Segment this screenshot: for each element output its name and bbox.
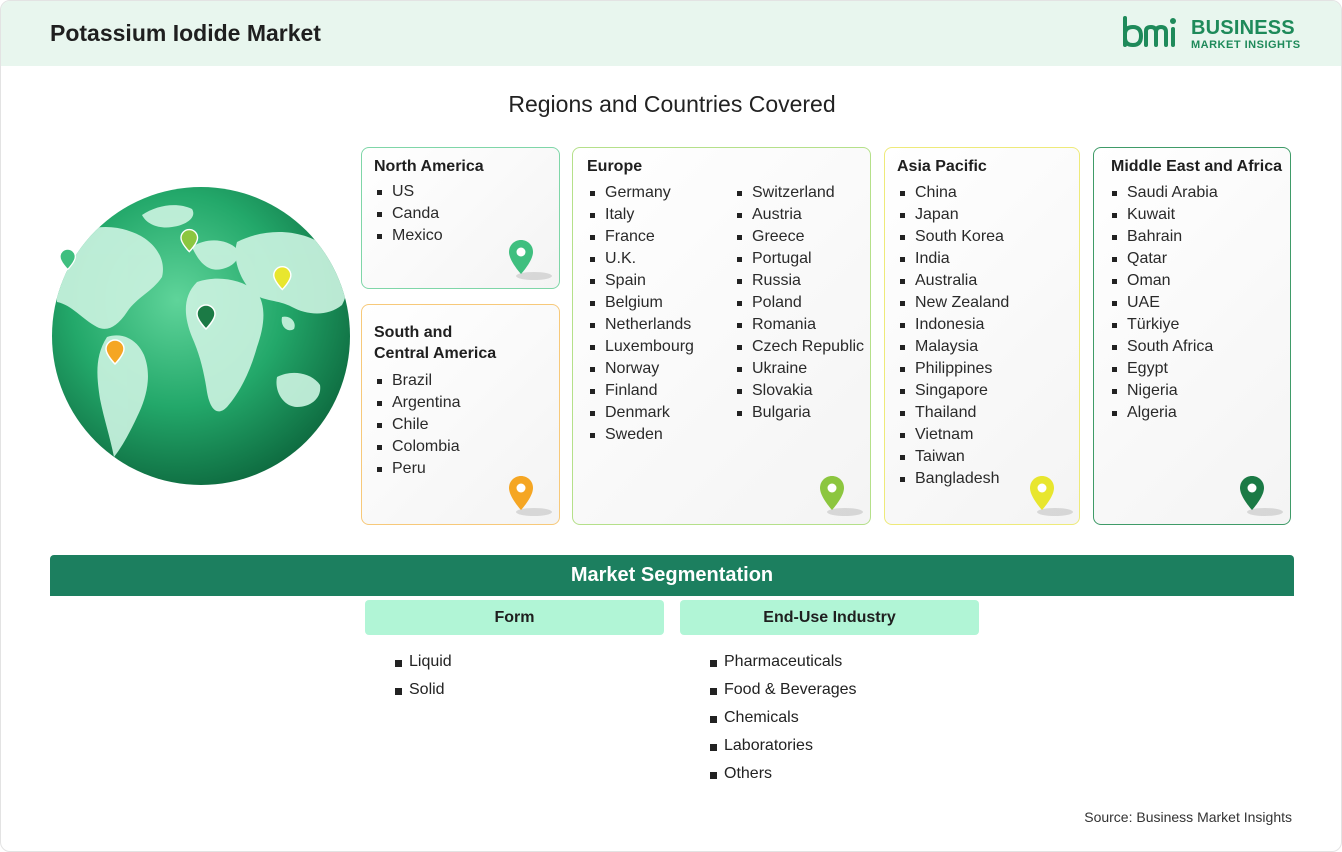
country-item: Norway <box>588 358 694 380</box>
map-pin-icon <box>1240 476 1283 516</box>
country-item: Mexico <box>375 225 443 247</box>
region-card-north-america: North America US Canda Mexico <box>361 147 560 289</box>
country-item: Bulgaria <box>735 402 864 424</box>
country-item: South Africa <box>1110 336 1218 358</box>
country-item: New Zealand <box>898 292 1009 314</box>
country-item: Denmark <box>588 402 694 424</box>
region-title: Middle East and Africa <box>1111 158 1282 175</box>
country-item: Austria <box>735 204 864 226</box>
segment-item: Food & Beverages <box>710 676 857 704</box>
country-item: Argentina <box>375 392 461 414</box>
country-item: Poland <box>735 292 864 314</box>
country-item: U.K. <box>588 248 694 270</box>
country-item: UAE <box>1110 292 1218 314</box>
country-item: Qatar <box>1110 248 1218 270</box>
country-item: Philippines <box>898 358 1009 380</box>
region-title-line: South and <box>374 324 453 341</box>
country-item: Nigeria <box>1110 380 1218 402</box>
country-item: Thailand <box>898 402 1009 424</box>
segment-list-end-use-industry: Pharmaceuticals Food & Beverages Chemica… <box>710 648 857 788</box>
map-pin-icon <box>509 476 552 516</box>
country-item: Australia <box>898 270 1009 292</box>
country-item: Greece <box>735 226 864 248</box>
regions-title: Regions and Countries Covered <box>508 91 836 117</box>
segment-header-form: Form <box>365 600 664 635</box>
segment-item: Liquid <box>395 648 452 676</box>
country-item: Bangladesh <box>898 468 1009 490</box>
globe-illustration <box>52 187 350 485</box>
country-item: Bahrain <box>1110 226 1218 248</box>
country-item: Peru <box>375 458 461 480</box>
country-item: Luxembourg <box>588 336 694 358</box>
country-item: Ukraine <box>735 358 864 380</box>
region-title-line: Central America <box>374 345 497 362</box>
country-item: Romania <box>735 314 864 336</box>
country-item: China <box>898 182 1009 204</box>
country-item: Singapore <box>898 380 1009 402</box>
country-item: Taiwan <box>898 446 1009 468</box>
country-item: Japan <box>898 204 1009 226</box>
logo-text-business: BUSINESS <box>1191 17 1295 39</box>
region-title: Europe <box>587 158 643 175</box>
country-item: Sweden <box>588 424 694 446</box>
country-item: Finland <box>588 380 694 402</box>
country-item: India <box>898 248 1009 270</box>
country-item: Egypt <box>1110 358 1218 380</box>
company-logo: BUSINESS MARKET INSIGHTS <box>1121 15 1301 55</box>
country-item: Slovakia <box>735 380 864 402</box>
bmi-logo-icon <box>1123 16 1176 48</box>
segment-item: Solid <box>395 676 452 704</box>
region-card-south-central-america: South and Central America Brazil Argenti… <box>361 304 560 525</box>
country-item: Portugal <box>735 248 864 270</box>
map-pin-icon <box>509 240 552 280</box>
country-item: Brazil <box>375 370 461 392</box>
country-item: South Korea <box>898 226 1009 248</box>
logo-text-market-insights: MARKET INSIGHTS <box>1191 39 1301 51</box>
country-item: Russia <box>735 270 864 292</box>
country-item: France <box>588 226 694 248</box>
segment-item: Others <box>710 760 857 788</box>
country-item: Malaysia <box>898 336 1009 358</box>
country-item: Oman <box>1110 270 1218 292</box>
country-item: Algeria <box>1110 402 1218 424</box>
country-item: Germany <box>588 182 694 204</box>
segmentation-header: Market Segmentation <box>50 555 1294 596</box>
country-item: Italy <box>588 204 694 226</box>
region-card-middle-east-africa: Middle East and Africa Saudi Arabia Kuwa… <box>1093 147 1291 525</box>
map-pin-icon <box>820 476 863 516</box>
country-item: Saudi Arabia <box>1110 182 1218 204</box>
region-card-asia-pacific: Asia Pacific China Japan South Korea Ind… <box>884 147 1080 525</box>
segment-item: Laboratories <box>710 732 857 760</box>
country-item: Chile <box>375 414 461 436</box>
country-item: Spain <box>588 270 694 292</box>
country-item: US <box>375 181 443 203</box>
source-note: Source: Business Market Insights <box>1084 809 1292 825</box>
region-title: South and Central America <box>374 322 496 364</box>
region-card-europe: Europe Germany Italy France U.K. Spain B… <box>572 147 871 525</box>
region-title: North America <box>374 158 484 175</box>
segment-item: Chemicals <box>710 704 857 732</box>
country-item: Kuwait <box>1110 204 1218 226</box>
header: Potassium Iodide Market BUSINESS MARKET … <box>1 1 1341 66</box>
country-item: Switzerland <box>735 182 864 204</box>
country-item: Indonesia <box>898 314 1009 336</box>
page-title: Potassium Iodide Market <box>50 20 321 46</box>
country-item: Colombia <box>375 436 461 458</box>
segment-item: Pharmaceuticals <box>710 648 857 676</box>
infographic: Potassium Iodide Market BUSINESS MARKET … <box>0 0 1342 852</box>
segment-header-end-use-industry: End-Use Industry <box>680 600 979 635</box>
country-item: Vietnam <box>898 424 1009 446</box>
country-item: Belgium <box>588 292 694 314</box>
map-pin-icon <box>1030 476 1073 516</box>
country-item: Czech Republic <box>735 336 864 358</box>
region-title: Asia Pacific <box>897 158 987 175</box>
segment-list-form: Liquid Solid <box>395 648 452 704</box>
country-item: Netherlands <box>588 314 694 336</box>
country-item: Türkiye <box>1110 314 1218 336</box>
country-item: Canda <box>375 203 443 225</box>
